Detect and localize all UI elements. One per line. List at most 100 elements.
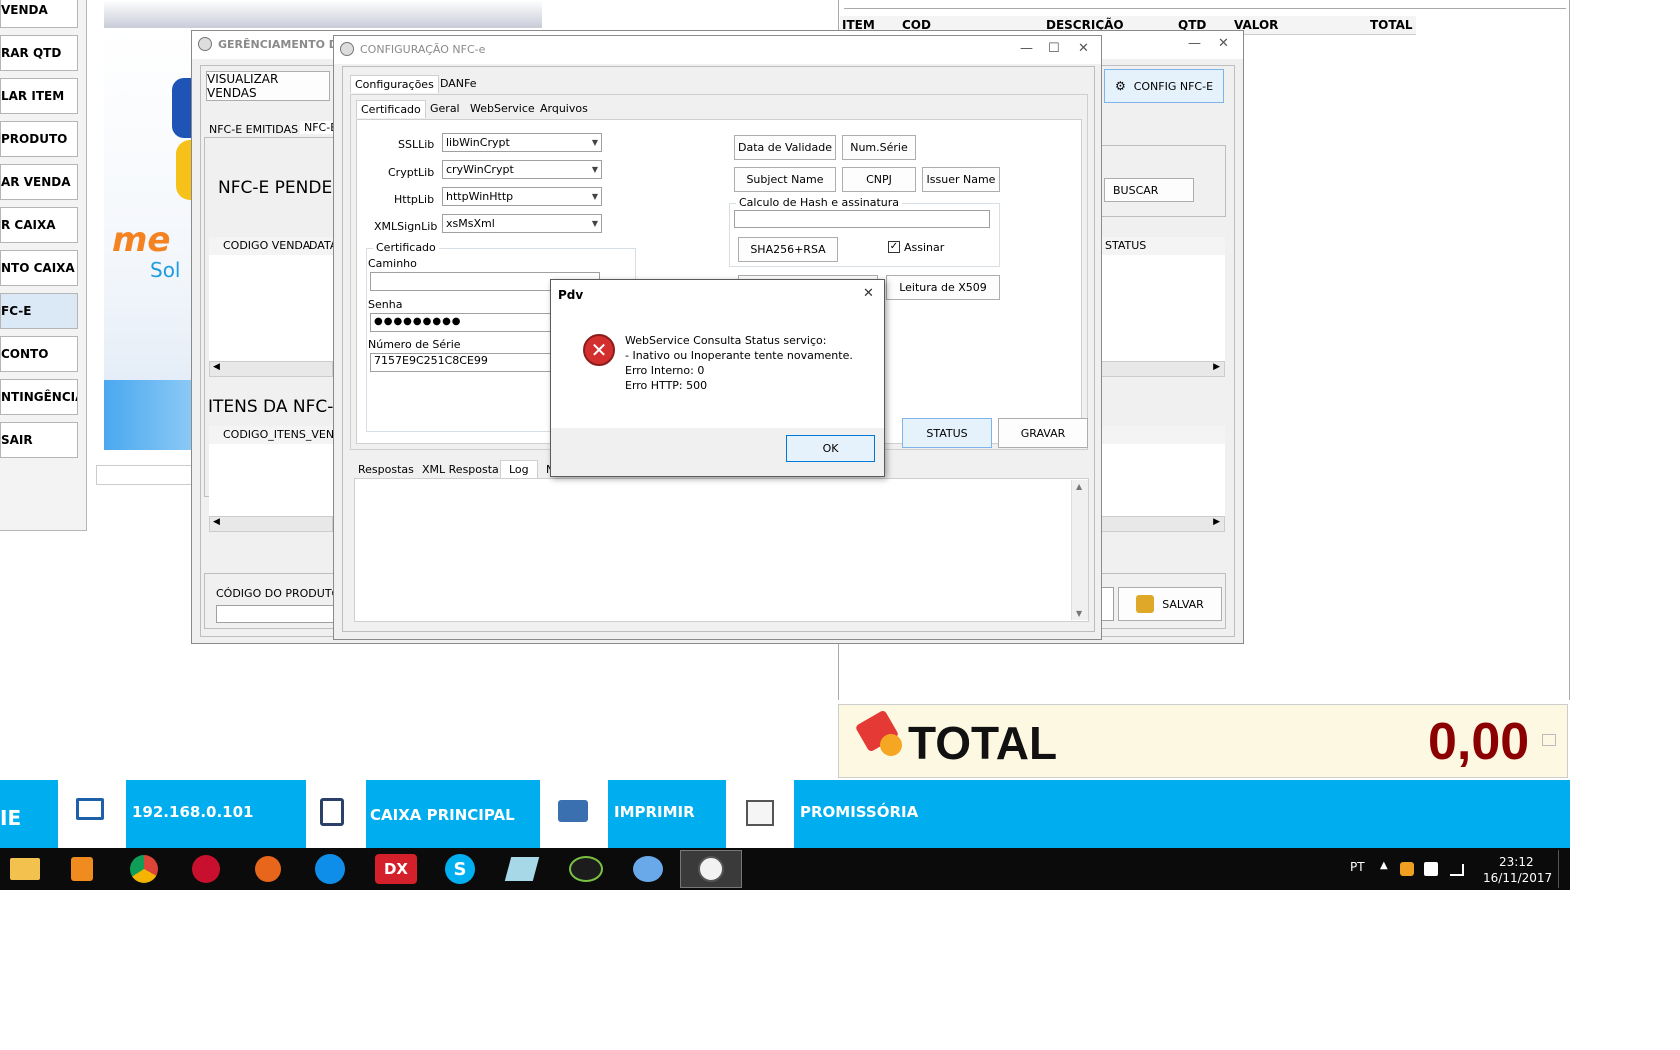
- sidebar-item-cancelar-item[interactable]: LAR ITEM: [0, 78, 78, 114]
- status-hscrollbar[interactable]: ▶: [1101, 361, 1225, 377]
- chevron-down-icon: ▼: [591, 192, 598, 201]
- assinar-checkbox[interactable]: ✓: [888, 241, 900, 253]
- tab-webservice[interactable]: WebService: [470, 102, 535, 115]
- salvar-button[interactable]: SALVAR: [1118, 587, 1222, 621]
- sidebar-item-movimento-caixa[interactable]: NTO CAIXA: [0, 250, 78, 286]
- pendentes-grid-body: [209, 255, 333, 361]
- itens-hscrollbar[interactable]: ◀: [209, 516, 333, 532]
- bottom-partial-label: IE: [0, 806, 22, 830]
- tab-certificado[interactable]: Certificado: [356, 100, 426, 118]
- config-nfce-button[interactable]: ⚙ CONFIG NFC-E: [1104, 69, 1224, 103]
- gerenciamento-close-button[interactable]: ✕: [1218, 36, 1229, 51]
- bottom-ip[interactable]: 192.168.0.101: [132, 803, 253, 821]
- col-codigo-itens-venda: CODIGO_ITENS_VENDA: [223, 428, 350, 441]
- chevron-down-icon: ▼: [591, 165, 598, 174]
- tray-lang[interactable]: PT: [1350, 860, 1365, 874]
- codigo-produto-label: CÓDIGO DO PRODUTO: [216, 587, 341, 600]
- show-desktop-strip[interactable]: [1558, 850, 1567, 888]
- col-status: STATUS: [1105, 239, 1147, 252]
- taskbar-app-red-icon[interactable]: [176, 850, 236, 888]
- gerenciamento-app-icon: [198, 37, 212, 51]
- total-value: 0,00: [1428, 713, 1530, 771]
- dialog-titlebar[interactable]: [551, 280, 884, 308]
- log-textarea[interactable]: [354, 478, 1089, 622]
- cnpj-button[interactable]: CNPJ: [842, 167, 916, 192]
- pendentes-grid-header: CODIGO VENDA DATA: [209, 237, 337, 256]
- issuer-name-button[interactable]: Issuer Name: [922, 167, 1000, 192]
- gerenciamento-minimize-button[interactable]: —: [1188, 36, 1201, 51]
- taskbar-chrome-icon[interactable]: [114, 850, 174, 888]
- tray-chevron-up-icon[interactable]: ▲: [1380, 860, 1388, 871]
- itens-grid-body: [209, 444, 333, 516]
- status-button[interactable]: STATUS: [902, 418, 992, 448]
- taskbar-dx-icon[interactable]: DX: [366, 850, 426, 888]
- num-serie-button[interactable]: Num.Série: [842, 135, 916, 160]
- nfce-pendentes-label: NFC-E PENDEN: [218, 178, 345, 198]
- caminho-label: Caminho: [368, 257, 417, 270]
- sidebar-item-contingencia[interactable]: NTINGÊNCIA: [0, 379, 78, 415]
- dialog-ok-button[interactable]: OK: [786, 435, 875, 462]
- cryptlib-select[interactable]: cryWinCrypt ▼: [442, 160, 602, 179]
- data-validade-button[interactable]: Data de Validade: [734, 135, 836, 160]
- bottom-caixa[interactable]: CAIXA PRINCIPAL: [370, 806, 515, 824]
- sidebar-item-sair[interactable]: SAIR: [0, 422, 78, 458]
- tab-arquivos[interactable]: Arquivos: [540, 102, 588, 115]
- codigo-produto-input[interactable]: [216, 605, 334, 623]
- tab-geral[interactable]: Geral: [430, 102, 460, 115]
- hash-group-title: Calculo de Hash e assinatura: [736, 196, 903, 209]
- tray-flag-icon[interactable]: [1424, 862, 1438, 876]
- taskbar-explorer-icon[interactable]: [0, 850, 50, 888]
- logo-banner: [104, 0, 542, 28]
- bottom-imprimir[interactable]: IMPRIMIR: [614, 803, 695, 821]
- sidebar-item-fechar-caixa[interactable]: R CAIXA: [0, 207, 78, 243]
- tray-date[interactable]: 16/11/2017: [1483, 871, 1552, 885]
- pendentes-hscrollbar[interactable]: ◀: [209, 361, 333, 377]
- hash-input[interactable]: [734, 210, 990, 228]
- gerenciamento-title: GERÊNCIAMENTO DE: [218, 38, 346, 51]
- sidebar-item-produto[interactable]: PRODUTO: [0, 121, 78, 157]
- xmlsignlib-select[interactable]: xsMsXml ▼: [442, 214, 602, 233]
- sidebar-item-venda[interactable]: VENDA: [0, 0, 78, 28]
- tab-danfe[interactable]: DANFe: [440, 77, 477, 90]
- config-maximize-button[interactable]: ☐: [1048, 41, 1060, 56]
- tray-network-icon[interactable]: [1400, 862, 1414, 876]
- tab-nfce-emitidas[interactable]: NFC-E EMITIDAS: [209, 123, 298, 136]
- tray-signal-icon[interactable]: [1450, 864, 1464, 876]
- bottom-promissoria[interactable]: PROMISSÓRIA: [800, 803, 918, 821]
- sidebar-item-alterar-qtd[interactable]: RAR QTD: [0, 35, 78, 71]
- dialog-message-line1: WebService Consulta Status serviço:: [625, 334, 827, 347]
- log-vscrollbar[interactable]: ▲ ▼: [1071, 480, 1088, 620]
- config-minimize-button[interactable]: —: [1020, 41, 1033, 56]
- tab-configuracoes[interactable]: Configurações: [350, 75, 439, 93]
- sidebar-item-desconto[interactable]: CONTO: [0, 336, 78, 372]
- taskbar-pdv-icon[interactable]: [680, 850, 742, 888]
- gravar-button[interactable]: GRAVAR: [998, 418, 1088, 448]
- ssllib-select[interactable]: libWinCrypt ▼: [442, 133, 602, 152]
- itens-right-grid-body: [1101, 444, 1225, 516]
- taskbar-paint-icon[interactable]: [618, 850, 678, 888]
- tray-time[interactable]: 23:12: [1499, 855, 1534, 869]
- sha256-rsa-button[interactable]: SHA256+RSA: [738, 237, 838, 262]
- config-close-button[interactable]: ✕: [1078, 41, 1089, 56]
- tab-respostas[interactable]: Respostas: [358, 463, 414, 476]
- salvar-side-input[interactable]: [1100, 587, 1114, 621]
- itens-right-hscrollbar[interactable]: ▶: [1101, 516, 1225, 532]
- httplib-select[interactable]: httpWinHttp ▼: [442, 187, 602, 206]
- taskbar-app-orange-icon[interactable]: [238, 850, 298, 888]
- sidebar-item-nfce[interactable]: FC-E: [0, 293, 78, 329]
- taskbar-ib-icon[interactable]: [556, 850, 616, 888]
- taskbar-media-icon[interactable]: [52, 850, 112, 888]
- tab-log[interactable]: Log: [500, 460, 538, 478]
- dialog-close-button[interactable]: ✕: [863, 286, 874, 301]
- logo-blue-box: [104, 380, 194, 450]
- subject-name-button[interactable]: Subject Name: [734, 167, 836, 192]
- error-icon: ✕: [583, 334, 615, 366]
- leitura-x509-button[interactable]: Leitura de X509: [886, 275, 1000, 300]
- visualizar-vendas-button[interactable]: VISUALIZAR VENDAS: [206, 71, 330, 101]
- buscar-button[interactable]: BUSCAR: [1104, 178, 1194, 202]
- tab-xml-resposta[interactable]: XML Resposta: [422, 463, 499, 476]
- sidebar-item-cancelar-venda[interactable]: AR VENDA: [0, 164, 78, 200]
- taskbar-skype-icon[interactable]: S: [430, 850, 490, 888]
- taskbar-teamviewer-icon[interactable]: [300, 850, 360, 888]
- taskbar-notes-icon[interactable]: [492, 850, 552, 888]
